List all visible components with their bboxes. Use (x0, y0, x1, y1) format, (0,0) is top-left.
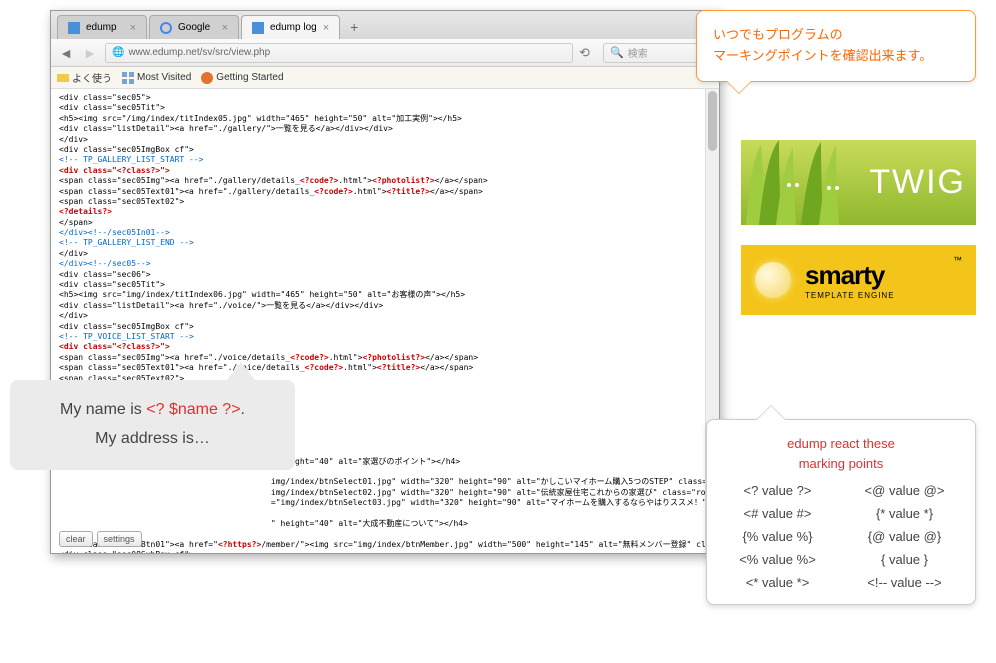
marking-item: <# value #> (723, 506, 832, 521)
marking-item: {* value *} (850, 506, 959, 521)
php-tag: <? $name ?> (146, 401, 240, 418)
search-placeholder: 検索 (628, 45, 648, 60)
marking-item: <% value %> (723, 552, 832, 567)
smarty-logo: smarty TEMPLATE ENGINE ™ (741, 245, 976, 315)
callout-line: マーキングポイントを確認出来ます。 (713, 46, 959, 67)
globe-icon: 🌐 (112, 47, 124, 58)
url-field[interactable]: 🌐 www.edump.net/sv/src/view.php (105, 43, 573, 63)
marking-item: {@ value @} (850, 529, 959, 544)
address-bar: ◄ ► 🌐 www.edump.net/sv/src/view.php ⟲ 🔍 … (51, 39, 719, 67)
tab-edump[interactable]: edump × (57, 15, 147, 39)
new-tab-button[interactable]: + (342, 15, 366, 39)
lightbulb-icon (755, 262, 791, 298)
marking-head: edump react these marking points (723, 434, 959, 473)
twig-text: TWIG (869, 163, 966, 202)
close-icon[interactable]: × (222, 22, 228, 34)
bookmark-label: よく使う (72, 70, 112, 85)
bookmark-bar: よく使う Most Visited Getting Started (51, 67, 719, 89)
trademark: ™ (953, 255, 962, 265)
callout-confirm-marking: いつでもプログラムの マーキングポイントを確認出来ます。 (696, 10, 976, 82)
tab-label: edump (86, 22, 117, 33)
bookmark-frequent[interactable]: よく使う (57, 70, 112, 85)
tab-edump-log[interactable]: edump log × (241, 15, 340, 39)
twig-logo: TWIG (741, 140, 976, 225)
forward-button[interactable]: ► (81, 44, 99, 62)
smarty-text-wrap: smarty TEMPLATE ENGINE (805, 260, 895, 300)
callout-marking-points: edump react these marking points <? valu… (706, 419, 976, 605)
code-block[interactable]: <div class="sec05"> <div class="sec05Tit… (51, 89, 719, 553)
folder-icon (57, 72, 69, 84)
marking-item: <? value ?> (723, 483, 832, 498)
smarty-sub: TEMPLATE ENGINE (805, 291, 895, 300)
marking-item: { value } (850, 552, 959, 567)
page-icon (252, 22, 264, 34)
google-icon (160, 22, 172, 34)
back-button[interactable]: ◄ (57, 44, 75, 62)
marking-grid: <? value ?> <@ value @> <# value #> {* valu… (723, 483, 959, 590)
smarty-name: smarty (805, 260, 895, 291)
grid-icon (122, 72, 134, 84)
marking-item: <!-- value --> (850, 575, 959, 590)
content-area: <div class="sec05"> <div class="sec05Tit… (51, 89, 719, 553)
firefox-icon (201, 72, 213, 84)
bookmark-label: Most Visited (137, 72, 191, 83)
callout-line: いつでもプログラムの (713, 25, 959, 46)
grass-icon (741, 140, 871, 225)
bottom-buttons: clear settings (59, 531, 142, 547)
callout-name-address: My name is <? $name ?>. My address is… (10, 380, 295, 470)
page-icon (68, 22, 80, 34)
browser-window: edump × Google × edump log × + ◄ ► 🌐 www… (50, 10, 720, 554)
callout-line: My address is… (95, 425, 210, 454)
search-icon: 🔍 (610, 46, 624, 59)
url-text: www.edump.net/sv/src/view.php (128, 47, 270, 58)
reload-button[interactable]: ⟲ (579, 45, 597, 61)
scrollbar-thumb[interactable] (708, 91, 717, 151)
clear-button[interactable]: clear (59, 531, 93, 547)
tab-bar: edump × Google × edump log × + (51, 11, 719, 39)
close-icon[interactable]: × (130, 22, 136, 34)
marking-item: <* value *> (723, 575, 832, 590)
callout-line: My name is <? $name ?>. (60, 396, 245, 425)
tab-label: Google (178, 22, 210, 33)
bookmark-getting-started[interactable]: Getting Started (201, 72, 283, 84)
settings-button[interactable]: settings (97, 531, 142, 547)
bookmark-label: Getting Started (216, 72, 283, 83)
marking-item: {% value %} (723, 529, 832, 544)
bookmark-most-visited[interactable]: Most Visited (122, 72, 191, 84)
marking-item: <@ value @> (850, 483, 959, 498)
tab-label: edump log (270, 22, 317, 33)
close-icon[interactable]: × (323, 22, 329, 34)
tab-google[interactable]: Google × (149, 15, 239, 39)
